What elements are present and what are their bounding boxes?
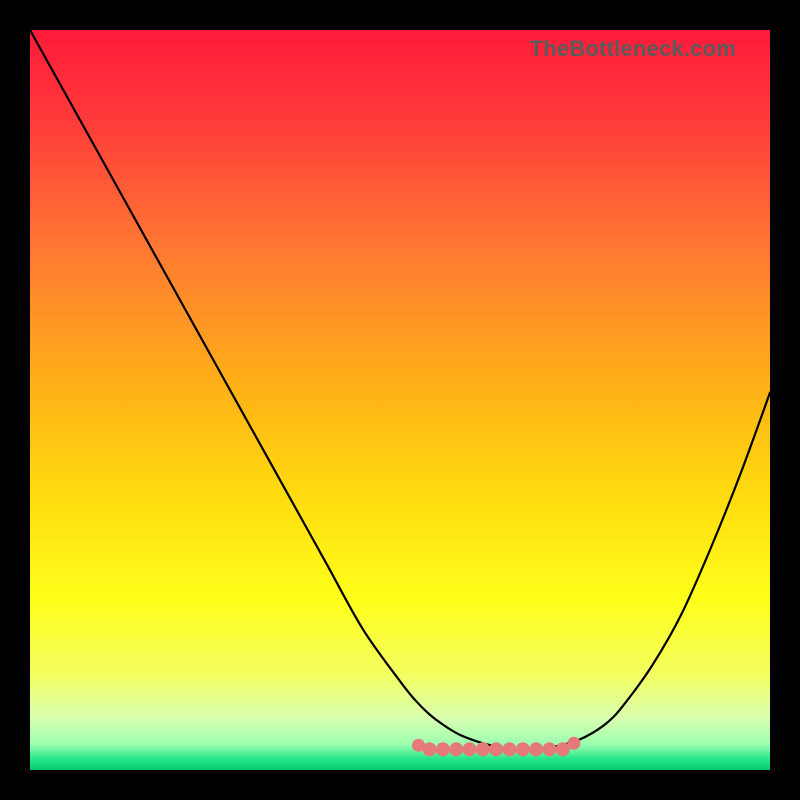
min-marker-dot (489, 742, 503, 756)
bottleneck-curve (30, 30, 770, 749)
min-marker-dot (449, 742, 463, 756)
min-marker-dot (412, 739, 425, 752)
min-marker-dot (463, 742, 477, 756)
min-marker-dot (542, 742, 556, 756)
min-marker-dot (476, 742, 490, 756)
min-marker-dot (503, 742, 517, 756)
watermark-text: TheBottleneck.com (530, 36, 736, 62)
chart-frame: TheBottleneck.com (0, 0, 800, 800)
min-marker-band (412, 737, 580, 757)
min-marker-dot (516, 742, 530, 756)
plot-area: TheBottleneck.com (30, 30, 770, 770)
min-marker-dot (436, 742, 450, 756)
curve-layer (30, 30, 770, 770)
min-marker-dot (529, 742, 543, 756)
min-marker-dot (567, 737, 580, 750)
